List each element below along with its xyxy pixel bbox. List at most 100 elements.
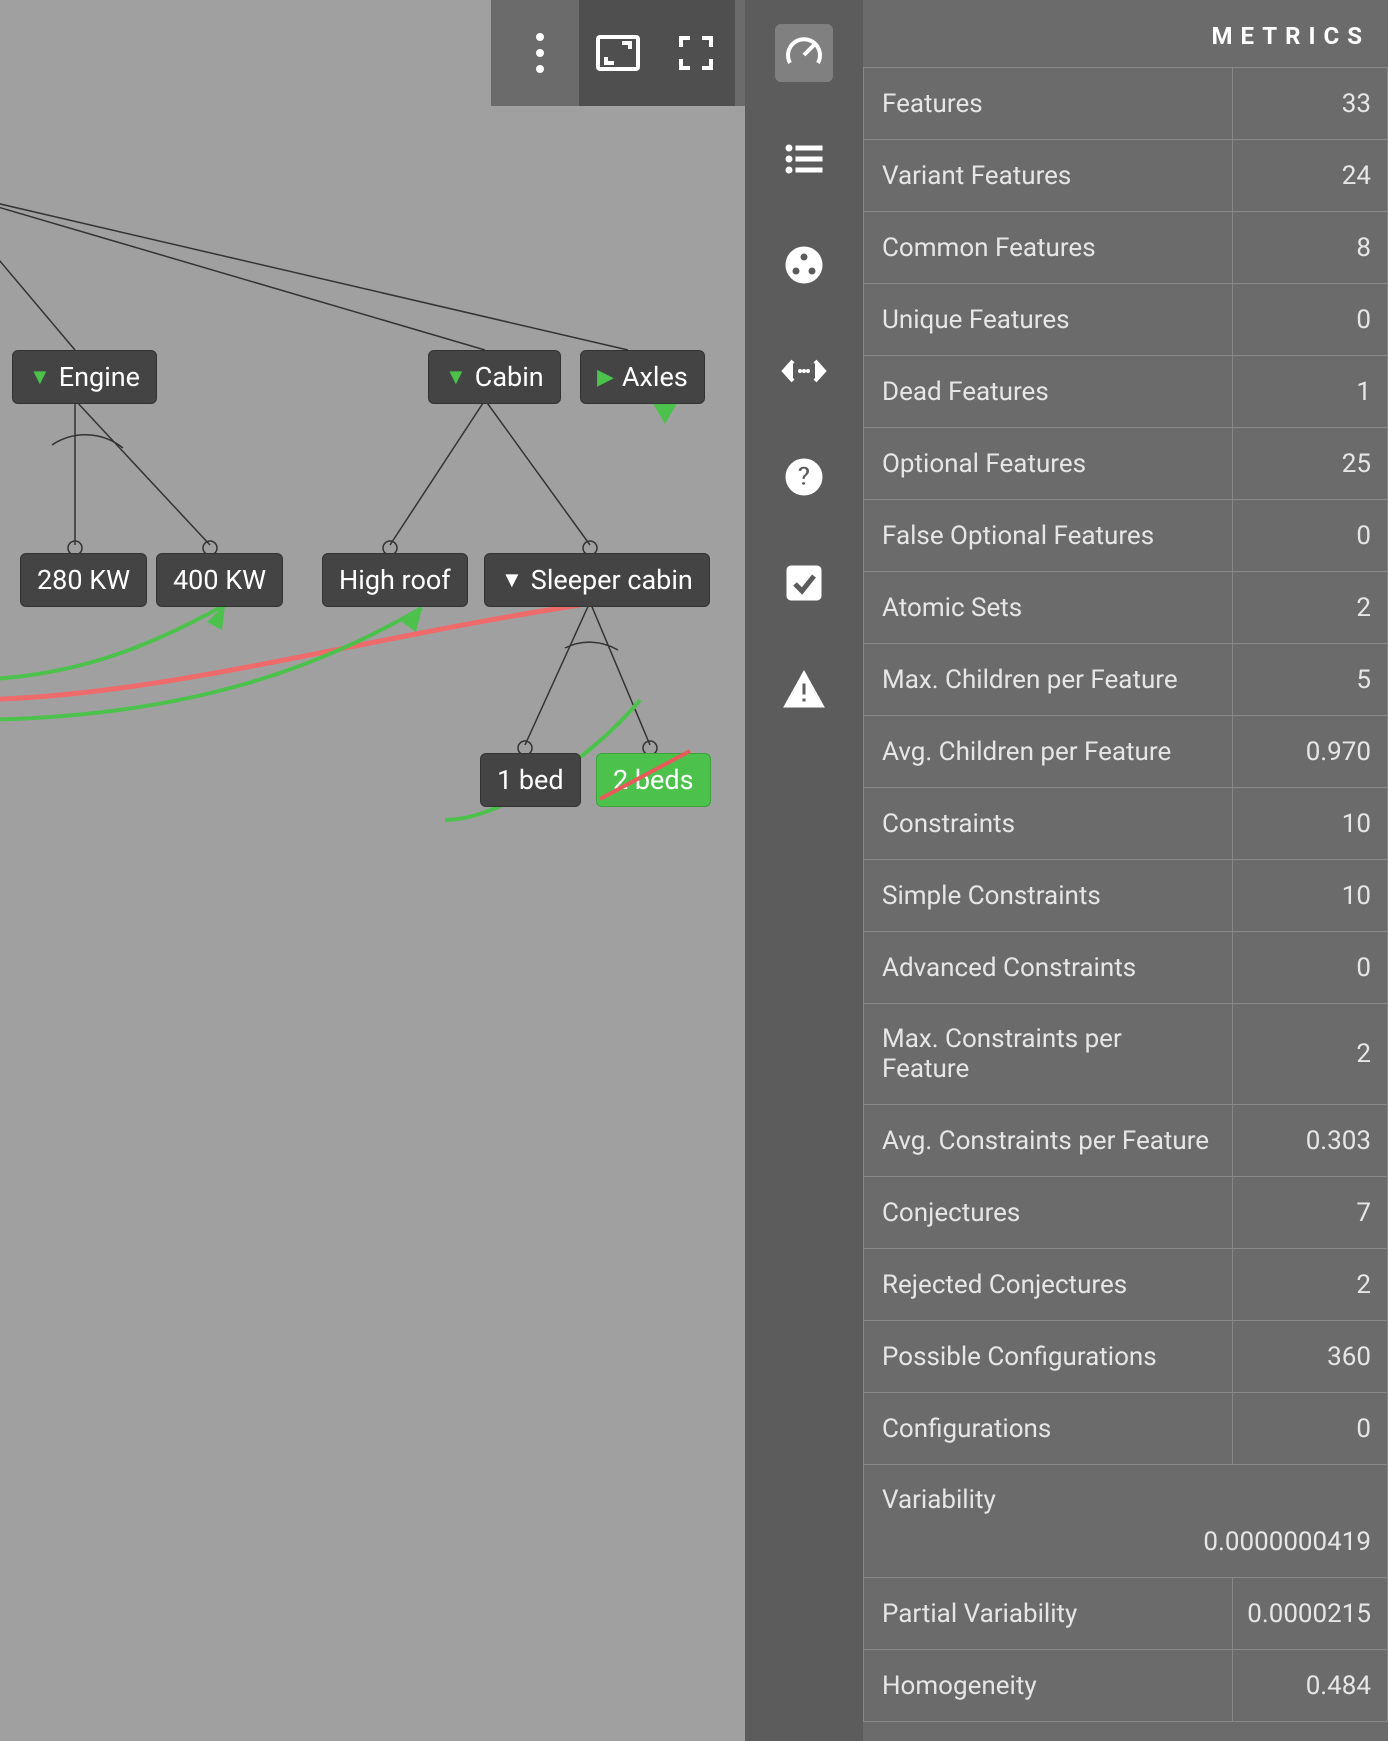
metric-label: False Optional Features <box>864 500 1232 571</box>
rail-metrics-button[interactable] <box>775 24 833 82</box>
rail-help-button[interactable]: ? <box>775 448 833 506</box>
code-icon <box>781 357 827 385</box>
table-row[interactable]: Variant Features24 <box>863 139 1388 212</box>
check-icon <box>784 563 824 603</box>
list-icon <box>784 143 824 175</box>
table-row[interactable]: Simple Constraints10 <box>863 859 1388 932</box>
table-row[interactable]: Avg. Constraints per Feature0.303 <box>863 1104 1388 1177</box>
metric-value: 0 <box>1232 284 1387 355</box>
table-row[interactable]: Atomic Sets2 <box>863 571 1388 644</box>
table-row[interactable]: Partial Variability0.0000215 <box>863 1577 1388 1650</box>
rail-code-button[interactable] <box>775 342 833 400</box>
expand-icon <box>597 365 614 390</box>
table-row[interactable]: Advanced Constraints0 <box>863 931 1388 1004</box>
node-label: Cabin <box>475 361 544 393</box>
metric-value: 33 <box>1232 68 1387 139</box>
panel-title: METRICS <box>863 0 1388 68</box>
app-root: Engine Cabin Axles 280 KW 400 KW High ro… <box>0 0 1388 1741</box>
metric-value: 0.0000215 <box>1232 1578 1387 1649</box>
feature-node-1bed[interactable]: 1 bed <box>480 753 581 807</box>
node-label: 280 KW <box>37 564 130 596</box>
collapse-icon <box>29 364 51 390</box>
metric-value: 5 <box>1232 644 1387 715</box>
metric-value: 7 <box>1232 1177 1387 1248</box>
metric-value: 0.970 <box>1232 716 1387 787</box>
metric-label: Atomic Sets <box>864 572 1232 643</box>
feature-node-280kw[interactable]: 280 KW <box>20 553 147 607</box>
node-label: Engine <box>59 361 140 393</box>
metric-value: 10 <box>1232 860 1387 931</box>
metric-value: 25 <box>1232 428 1387 499</box>
metric-label: Conjectures <box>864 1177 1232 1248</box>
metric-label: Advanced Constraints <box>864 932 1232 1003</box>
metric-label: Partial Variability <box>864 1578 1232 1649</box>
table-row[interactable]: Common Features8 <box>863 211 1388 284</box>
metric-value: 2 <box>1232 1249 1387 1320</box>
side-rail: ? <box>745 0 863 1741</box>
metric-value: 24 <box>1232 140 1387 211</box>
rail-check-button[interactable] <box>775 554 833 612</box>
rail-share-button[interactable] <box>775 236 833 294</box>
metric-label: Max. Children per Feature <box>864 644 1232 715</box>
table-row[interactable]: Configurations0 <box>863 1392 1388 1465</box>
svg-text:?: ? <box>798 462 811 492</box>
rail-warning-button[interactable] <box>775 660 833 718</box>
node-label: 1 bed <box>497 764 564 796</box>
canvas-area[interactable]: Engine Cabin Axles 280 KW 400 KW High ro… <box>0 0 745 1741</box>
metric-label: Configurations <box>864 1393 1232 1464</box>
metric-label: Variability <box>864 1465 1387 1519</box>
collapse-icon <box>445 364 467 390</box>
node-label: Sleeper cabin <box>531 564 693 596</box>
metric-label: Avg. Constraints per Feature <box>864 1105 1232 1176</box>
metric-label: Homogeneity <box>864 1650 1232 1721</box>
metric-label: Possible Configurations <box>864 1321 1232 1392</box>
metric-value: 0.303 <box>1232 1105 1387 1176</box>
metric-value: 0 <box>1232 932 1387 1003</box>
metric-value: 8 <box>1232 212 1387 283</box>
metric-value: 360 <box>1232 1321 1387 1392</box>
table-row[interactable]: Variability 0.0000000419 <box>863 1464 1388 1578</box>
node-label: Axles <box>622 361 688 393</box>
feature-node-axles[interactable]: Axles <box>580 350 705 404</box>
metric-label: Constraints <box>864 788 1232 859</box>
warning-icon <box>782 669 826 709</box>
metric-value: 10 <box>1232 788 1387 859</box>
feature-node-sleeper[interactable]: Sleeper cabin <box>484 553 710 607</box>
metric-label: Variant Features <box>864 140 1232 211</box>
metric-value: 0.484 <box>1232 1650 1387 1721</box>
rail-list-button[interactable] <box>775 130 833 188</box>
table-row[interactable]: Features33 <box>863 67 1388 140</box>
feature-node-highroof[interactable]: High roof <box>322 553 468 607</box>
table-row[interactable]: Constraints10 <box>863 787 1388 860</box>
share-icon <box>784 245 824 285</box>
table-row[interactable]: Possible Configurations360 <box>863 1320 1388 1393</box>
table-row[interactable]: Conjectures7 <box>863 1176 1388 1249</box>
table-row[interactable]: Rejected Conjectures2 <box>863 1248 1388 1321</box>
metric-value: 0.0000000419 <box>864 1519 1387 1577</box>
table-row[interactable]: Optional Features25 <box>863 427 1388 500</box>
table-row[interactable]: False Optional Features0 <box>863 499 1388 572</box>
metrics-table: Features33 Variant Features24 Common Fea… <box>863 68 1388 1722</box>
node-label: 400 KW <box>173 564 266 596</box>
metric-value: 2 <box>1232 572 1387 643</box>
table-row[interactable]: Avg. Children per Feature0.970 <box>863 715 1388 788</box>
metric-value: 0 <box>1232 1393 1387 1464</box>
dead-feature-strike-icon <box>596 745 696 805</box>
table-row[interactable]: Unique Features0 <box>863 283 1388 356</box>
metric-value: 1 <box>1232 356 1387 427</box>
gauge-icon <box>784 33 824 73</box>
table-row[interactable]: Homogeneity0.484 <box>863 1649 1388 1722</box>
metric-label: Simple Constraints <box>864 860 1232 931</box>
feature-node-400kw[interactable]: 400 KW <box>156 553 283 607</box>
feature-node-cabin[interactable]: Cabin <box>428 350 561 404</box>
node-label: High roof <box>339 564 451 596</box>
feature-node-engine[interactable]: Engine <box>12 350 157 404</box>
metric-label: Features <box>864 68 1232 139</box>
table-row[interactable]: Dead Features1 <box>863 355 1388 428</box>
metric-label: Avg. Children per Feature <box>864 716 1232 787</box>
metrics-panel: METRICS Features33 Variant Features24 Co… <box>863 0 1388 1741</box>
metric-value: 2 <box>1232 1004 1387 1104</box>
metric-label: Unique Features <box>864 284 1232 355</box>
table-row[interactable]: Max. Children per Feature5 <box>863 643 1388 716</box>
table-row[interactable]: Max. Constraints per Feature2 <box>863 1003 1388 1105</box>
